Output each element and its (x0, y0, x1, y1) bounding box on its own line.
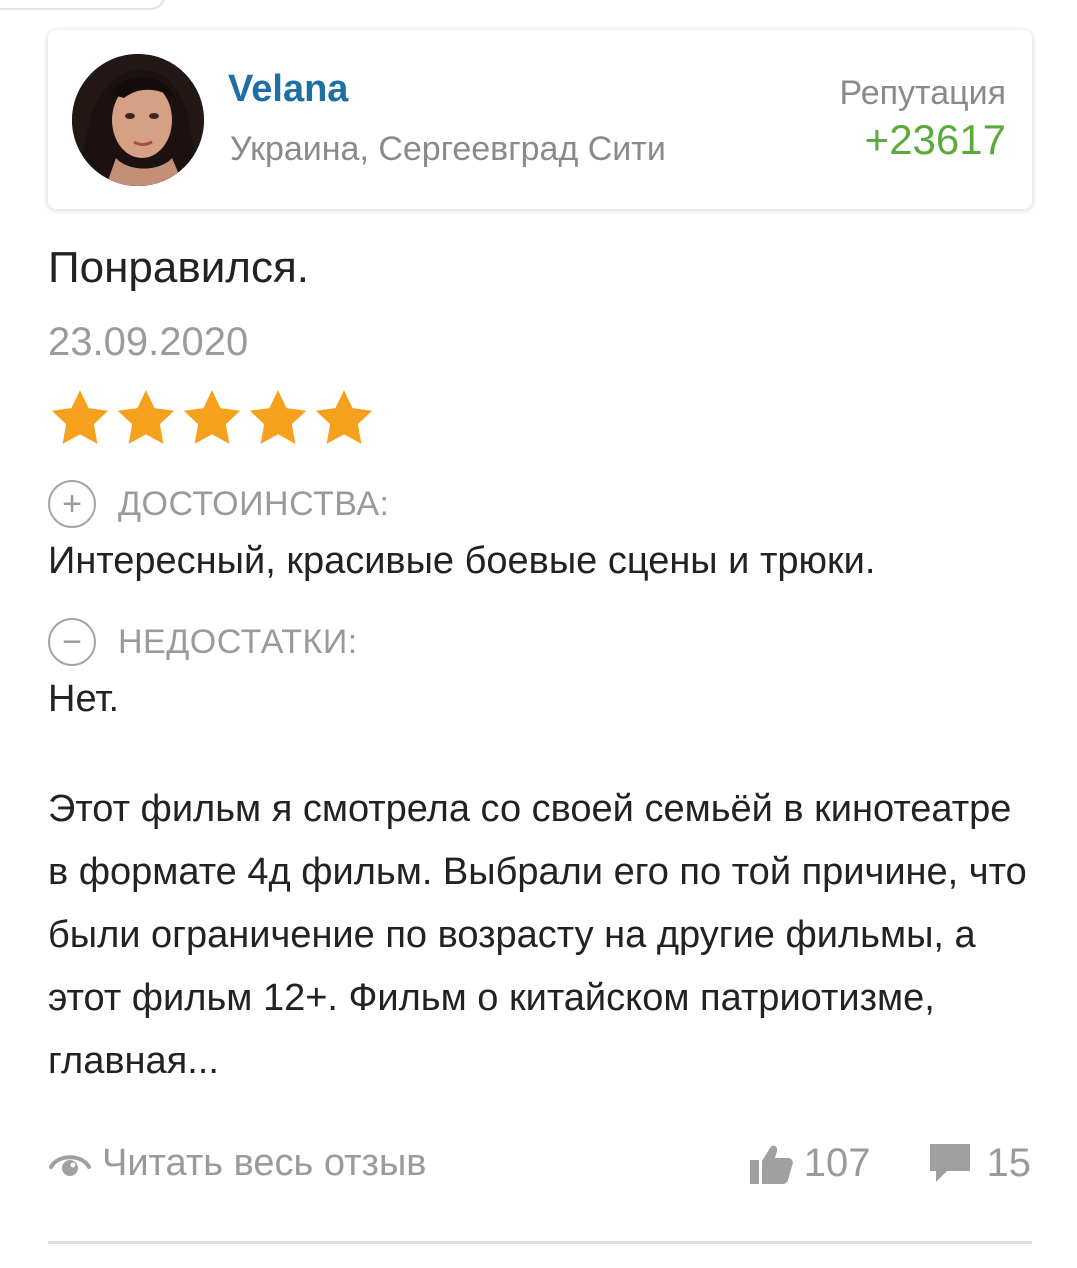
star-icon (249, 390, 307, 444)
star-icon (315, 390, 373, 444)
rating-stars (48, 388, 376, 448)
avatar-image (72, 54, 204, 186)
review-title: Понравился. (48, 243, 310, 292)
top-tab-edge (0, 0, 165, 10)
eye-icon (49, 1154, 91, 1176)
review-body: Этот фильм я смотрела со своей семьёй в … (48, 788, 1027, 1082)
divider (48, 1241, 1032, 1244)
likes-count: 107 (803, 1140, 871, 1185)
author-location: Украина, Сергеевград Сити (230, 130, 666, 168)
review-date: 23.09.2020 (48, 320, 249, 364)
read-full-review-label: Читать весь отзыв (102, 1142, 427, 1184)
avatar[interactable] (72, 54, 204, 186)
star-icon (117, 390, 175, 444)
cons-text: Нет. (48, 678, 120, 720)
comments-count: 15 (986, 1140, 1032, 1185)
read-full-review-link[interactable]: Читать весь отзыв (48, 1142, 426, 1185)
pros-label: ДОСТОИНСТВА: (118, 484, 390, 523)
pros-text: Интересный, красивые боевые сцены и трюк… (48, 540, 876, 582)
cons-header: − НЕДОСТАТКИ: (48, 618, 358, 666)
thumbs-up-icon[interactable] (748, 1140, 794, 1186)
author-name[interactable]: Velana (228, 68, 348, 111)
plus-circle-icon: + (48, 480, 96, 528)
pros-header: + ДОСТОИНСТВА: (48, 480, 389, 528)
cons-label: НЕДОСТАТКИ: (118, 622, 358, 661)
star-icon (51, 390, 109, 444)
comment-icon[interactable] (927, 1141, 973, 1185)
reputation-label: Репутация (839, 74, 1006, 112)
author-card[interactable]: Velana Украина, Сергеевград Сити Репутац… (48, 30, 1032, 209)
star-icon (183, 390, 241, 444)
reputation-value: +23617 (864, 116, 1006, 163)
minus-circle-icon: − (48, 618, 96, 666)
review-stats: 107 15 (748, 1140, 1031, 1186)
